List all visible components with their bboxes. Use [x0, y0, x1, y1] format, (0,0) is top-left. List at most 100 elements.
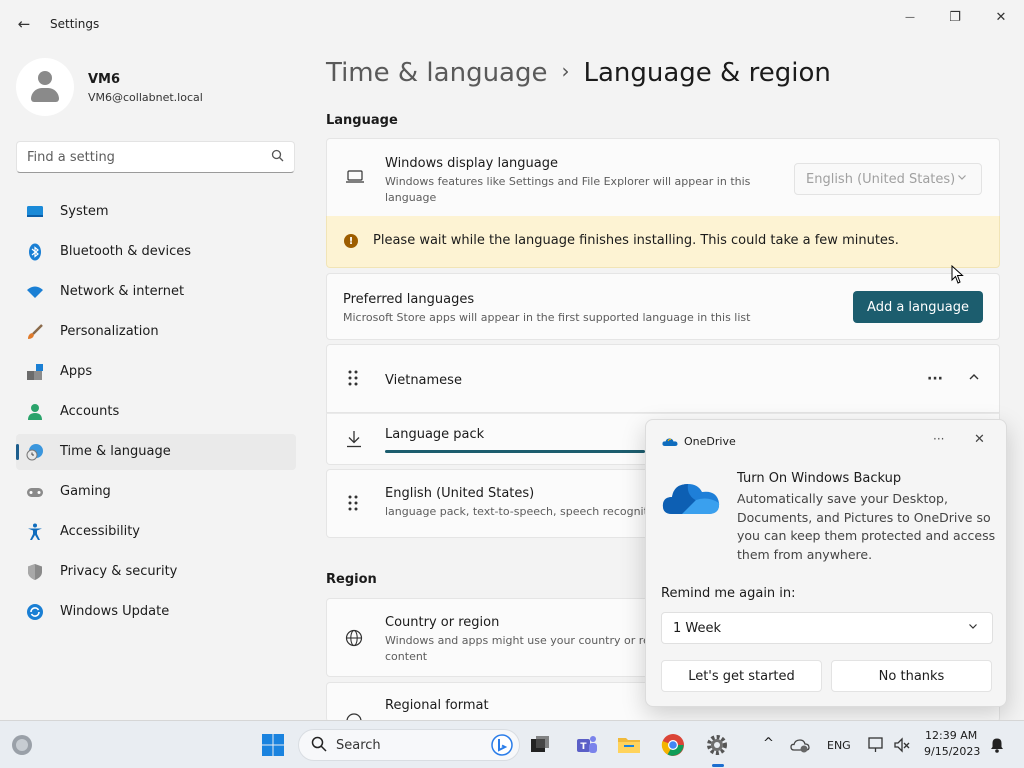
sidebar-item-label: Accessibility	[60, 524, 140, 539]
sidebar-item-time-language[interactable]: Time & language	[16, 434, 296, 470]
onedrive-tray-icon[interactable]	[790, 735, 814, 759]
onedrive-heading: Turn On Windows Backup	[737, 471, 902, 486]
taskbar-search[interactable]: Search	[298, 729, 520, 761]
file-explorer-icon[interactable]	[617, 733, 641, 757]
display-language-desc-2: language	[385, 191, 437, 204]
sidebar-item-privacy[interactable]: Privacy & security	[16, 554, 296, 590]
download-icon	[345, 430, 363, 452]
back-button[interactable]: ←	[12, 12, 36, 36]
sidebar-item-label: System	[60, 204, 109, 219]
chevron-down-icon	[968, 621, 978, 634]
weather-icon[interactable]	[10, 733, 34, 757]
sidebar-item-system[interactable]: System	[16, 194, 296, 230]
sidebar-item-personalization[interactable]: Personalization	[16, 314, 296, 350]
page-title: Language & region	[583, 58, 831, 88]
section-title-language: Language	[326, 113, 398, 128]
teams-icon[interactable]: T	[575, 733, 599, 757]
laptop-icon	[345, 169, 365, 189]
taskbar-search-label: Search	[336, 738, 381, 753]
onedrive-title: OneDrive	[684, 435, 736, 448]
sidebar-item-label: Gaming	[60, 484, 111, 499]
country-region-desc-2: content	[385, 650, 428, 663]
start-icon[interactable]	[261, 733, 285, 757]
search-icon	[271, 149, 284, 165]
chevron-down-icon	[957, 172, 967, 185]
profile-email: VM6@collabnet.local	[88, 91, 203, 104]
window-title: Settings	[50, 17, 100, 31]
avatar	[16, 58, 74, 116]
user-profile[interactable]: VM6 VM6@collabnet.local	[16, 58, 296, 118]
drag-handle-icon[interactable]	[347, 369, 359, 391]
sidebar-item-accessibility[interactable]: Accessibility	[16, 514, 296, 550]
sidebar-item-bluetooth[interactable]: Bluetooth & devices	[16, 234, 296, 270]
minimize-button[interactable]: —	[895, 6, 925, 28]
more-options-icon[interactable]: ···	[933, 432, 944, 446]
get-started-button[interactable]: Let's get started	[661, 660, 822, 692]
accessibility-icon	[26, 523, 44, 541]
onedrive-body: Automatically save your Desktop, Documen…	[737, 491, 996, 562]
bluetooth-icon	[26, 243, 44, 261]
update-icon	[26, 603, 44, 621]
sidebar-item-label: Windows Update	[60, 604, 170, 619]
sidebar-item-network[interactable]: Network & internet	[16, 274, 296, 310]
sidebar-item-label: Apps	[60, 364, 93, 379]
preferred-languages-title: Preferred languages	[343, 292, 475, 307]
breadcrumb: Time & language › Language & region	[326, 58, 831, 88]
no-thanks-button[interactable]: No thanks	[831, 660, 992, 692]
language-item-vietnamese[interactable]: Vietnamese ···	[326, 344, 1000, 413]
preferred-languages-desc: Microsoft Store apps will appear in the …	[343, 311, 751, 324]
speaker-muted-icon[interactable]	[892, 735, 916, 759]
display-language-value: English (United States)	[806, 172, 956, 187]
network-tray-icon[interactable]	[866, 735, 890, 759]
task-view-icon[interactable]	[528, 733, 552, 757]
profile-name: VM6	[88, 72, 121, 87]
maximize-button[interactable]: ❐	[940, 6, 970, 28]
system-icon	[26, 203, 44, 221]
accounts-icon	[26, 403, 44, 421]
display-language-dropdown[interactable]: English (United States)	[794, 163, 982, 195]
breadcrumb-parent[interactable]: Time & language	[326, 58, 547, 88]
clock-time[interactable]: 12:39 AM	[925, 729, 977, 742]
shield-icon	[26, 563, 44, 581]
taskbar: Search T ^ ENG 12:39 AM 9/15/2023	[0, 720, 1024, 768]
onedrive-logo-icon	[662, 436, 678, 446]
notification-bell-icon[interactable]	[987, 735, 1011, 759]
close-icon[interactable]: ✕	[974, 432, 985, 447]
close-button[interactable]: ✕	[986, 6, 1016, 28]
globe-icon	[345, 629, 363, 651]
active-app-indicator	[712, 764, 724, 767]
display-language-desc-1: Windows features like Settings and File …	[385, 175, 751, 188]
gamepad-icon	[26, 483, 44, 501]
sidebar-item-label: Time & language	[60, 444, 171, 459]
chevron-right-icon: ›	[561, 59, 570, 83]
sidebar-item-label: Personalization	[60, 324, 159, 339]
title-bar: ← Settings — ❐ ✕	[0, 0, 1024, 48]
language-name: Vietnamese	[385, 373, 462, 388]
regional-format-title: Regional format	[385, 698, 489, 713]
drag-handle-icon[interactable]	[347, 494, 359, 516]
sidebar-item-label: Bluetooth & devices	[60, 244, 191, 259]
language-name: English (United States)	[385, 486, 535, 501]
input-language-indicator[interactable]: ENG	[827, 739, 851, 752]
tray-overflow-chevron[interactable]: ^	[763, 736, 774, 751]
sidebar-item-apps[interactable]: Apps	[16, 354, 296, 390]
more-options-icon[interactable]: ···	[927, 371, 943, 387]
settings-gear-icon[interactable]	[705, 733, 729, 757]
remind-label: Remind me again in:	[661, 586, 796, 601]
sidebar-item-accounts[interactable]: Accounts	[16, 394, 296, 430]
remind-interval-value: 1 Week	[673, 621, 722, 636]
sidebar-item-windows-update[interactable]: Windows Update	[16, 594, 296, 630]
svg-text:T: T	[580, 742, 587, 752]
chrome-icon[interactable]	[661, 733, 685, 757]
search-icon	[311, 736, 327, 756]
search-input[interactable]: Find a setting	[16, 141, 295, 173]
chevron-up-icon[interactable]	[968, 371, 980, 387]
language-pack-label: Language pack	[385, 427, 485, 442]
bing-icon[interactable]	[491, 734, 513, 760]
add-language-button[interactable]: Add a language	[853, 291, 983, 323]
sidebar-item-gaming[interactable]: Gaming	[16, 474, 296, 510]
onedrive-backup-popup: OneDrive ··· ✕ Turn On Windows Backup Au…	[645, 419, 1007, 707]
remind-interval-select[interactable]: 1 Week	[661, 612, 993, 644]
language-pack-progress-bar	[385, 450, 645, 453]
clock-date[interactable]: 9/15/2023	[924, 745, 980, 758]
